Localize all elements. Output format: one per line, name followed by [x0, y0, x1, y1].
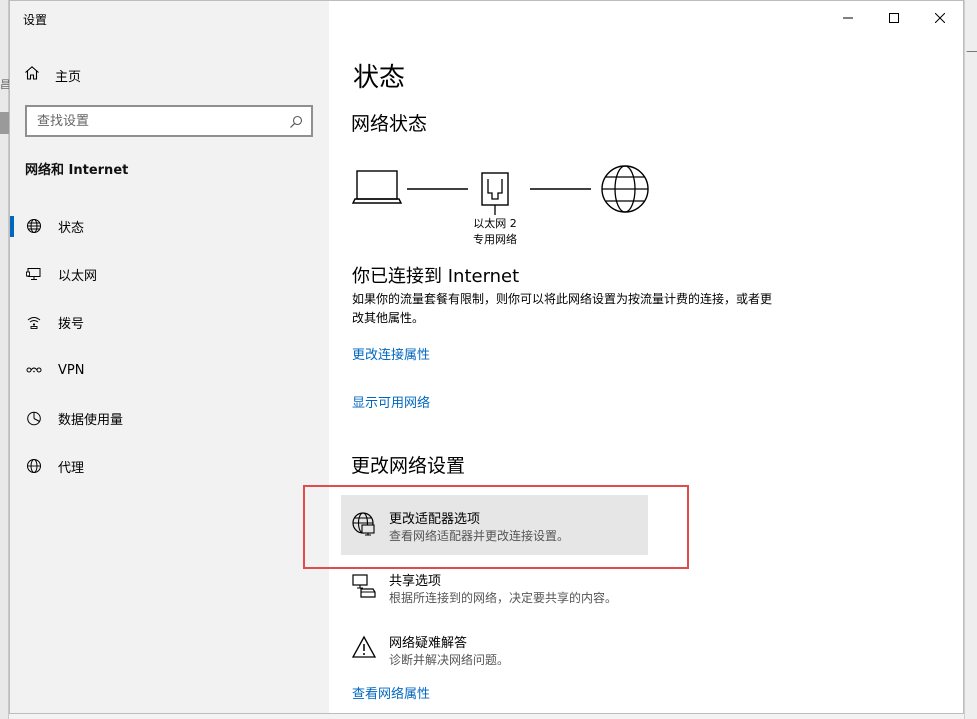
content-pane: 状态 网络状态 以太网 2 专用网络 你已连接到 Internet 如果你的流量… [329, 1, 963, 713]
maximize-icon [889, 13, 899, 23]
option-description: 查看网络适配器并更改连接设置。 [389, 529, 570, 543]
home-button[interactable]: 主页 [24, 61, 314, 89]
sidebar-item-proxy[interactable]: 代理 [10, 446, 329, 486]
sidebar-item-status[interactable]: 状态 [10, 206, 329, 246]
change-network-settings-title: 更改网络设置 [351, 455, 466, 477]
sidebar-item-label: 以太网 [58, 268, 98, 284]
laptop-icon [351, 170, 403, 204]
search-box[interactable] [25, 105, 313, 137]
show-available-networks-link[interactable]: 显示可用网络 [352, 392, 430, 411]
active-indicator [10, 216, 14, 237]
option-title: 网络疑难解答 [389, 636, 468, 651]
background-window-right [964, 0, 977, 719]
search-icon[interactable] [289, 114, 303, 133]
minimize-icon [843, 13, 853, 23]
option-title: 更改适配器选项 [389, 512, 481, 527]
background-text-fragment: — [966, 44, 977, 58]
connection-status-description: 如果你的流量套餐有限制，则你可以将此网络设置为按流量计费的连接，或者更改其他属性… [352, 292, 773, 325]
sidebar-item-data-usage[interactable]: 数据使用量 [10, 398, 329, 438]
network-type: 专用网络 [473, 233, 517, 246]
data-usage-icon [24, 408, 44, 428]
sharing-icon [351, 573, 377, 599]
ethernet-port-icon [481, 172, 509, 215]
sidebar-item-label: 拨号 [58, 316, 85, 332]
close-button[interactable] [917, 1, 963, 35]
home-icon [24, 65, 40, 85]
network-status-title: 网络状态 [351, 113, 428, 135]
sidebar-item-label: 状态 [58, 220, 85, 236]
window-title: 设置 [23, 13, 48, 27]
dialup-icon [24, 312, 44, 332]
globe-icon [24, 456, 44, 476]
sidebar: 设置 主页 网络和 Internet 状态 以太网 [10, 1, 329, 713]
network-diagram: 以太网 2 专用网络 [351, 163, 671, 253]
minimize-button[interactable] [825, 1, 871, 35]
adapter-name: 以太网 2 [473, 217, 517, 230]
sidebar-item-label: 代理 [58, 460, 85, 476]
sidebar-item-label: VPN [58, 362, 85, 378]
ethernet-monitor-icon [24, 264, 44, 284]
vpn-icon [24, 360, 44, 380]
sidebar-item-dialup[interactable]: 拨号 [10, 302, 329, 342]
connection-status-title: 你已连接到 Internet [352, 266, 520, 287]
page-title: 状态 [353, 63, 406, 93]
option-description: 诊断并解决网络问题。 [389, 653, 510, 667]
change-connection-properties-link[interactable]: 更改连接属性 [352, 344, 430, 363]
network-troubleshooter-item[interactable]: 网络疑难解答 诊断并解决网络问题。 [341, 619, 648, 679]
background-window-left [0, 0, 9, 719]
view-network-properties-link[interactable]: 查看网络属性 [352, 683, 430, 702]
warning-icon [351, 635, 377, 661]
close-icon [935, 13, 945, 23]
home-label: 主页 [55, 69, 82, 85]
change-adapter-options-item[interactable]: 更改适配器选项 查看网络适配器并更改连接设置。 [341, 495, 648, 555]
background-fragment-block [0, 112, 9, 134]
maximize-button[interactable] [871, 1, 917, 35]
sidebar-item-vpn[interactable]: VPN [10, 350, 329, 390]
sharing-options-item[interactable]: 共享选项 根据所连接到的网络，决定要共享的内容。 [341, 557, 648, 617]
search-input[interactable] [37, 113, 277, 129]
settings-window: 设置 主页 网络和 Internet 状态 以太网 [9, 0, 964, 714]
section-title: 网络和 Internet [25, 163, 129, 178]
sidebar-item-label: 数据使用量 [58, 412, 124, 428]
globe-icon [24, 216, 44, 236]
internet-globe-icon [601, 165, 649, 213]
option-description: 根据所连接到的网络，决定要共享的内容。 [389, 591, 618, 605]
option-title: 共享选项 [389, 574, 442, 589]
sidebar-item-ethernet[interactable]: 以太网 [10, 254, 329, 294]
adapter-globe-icon [351, 511, 377, 537]
